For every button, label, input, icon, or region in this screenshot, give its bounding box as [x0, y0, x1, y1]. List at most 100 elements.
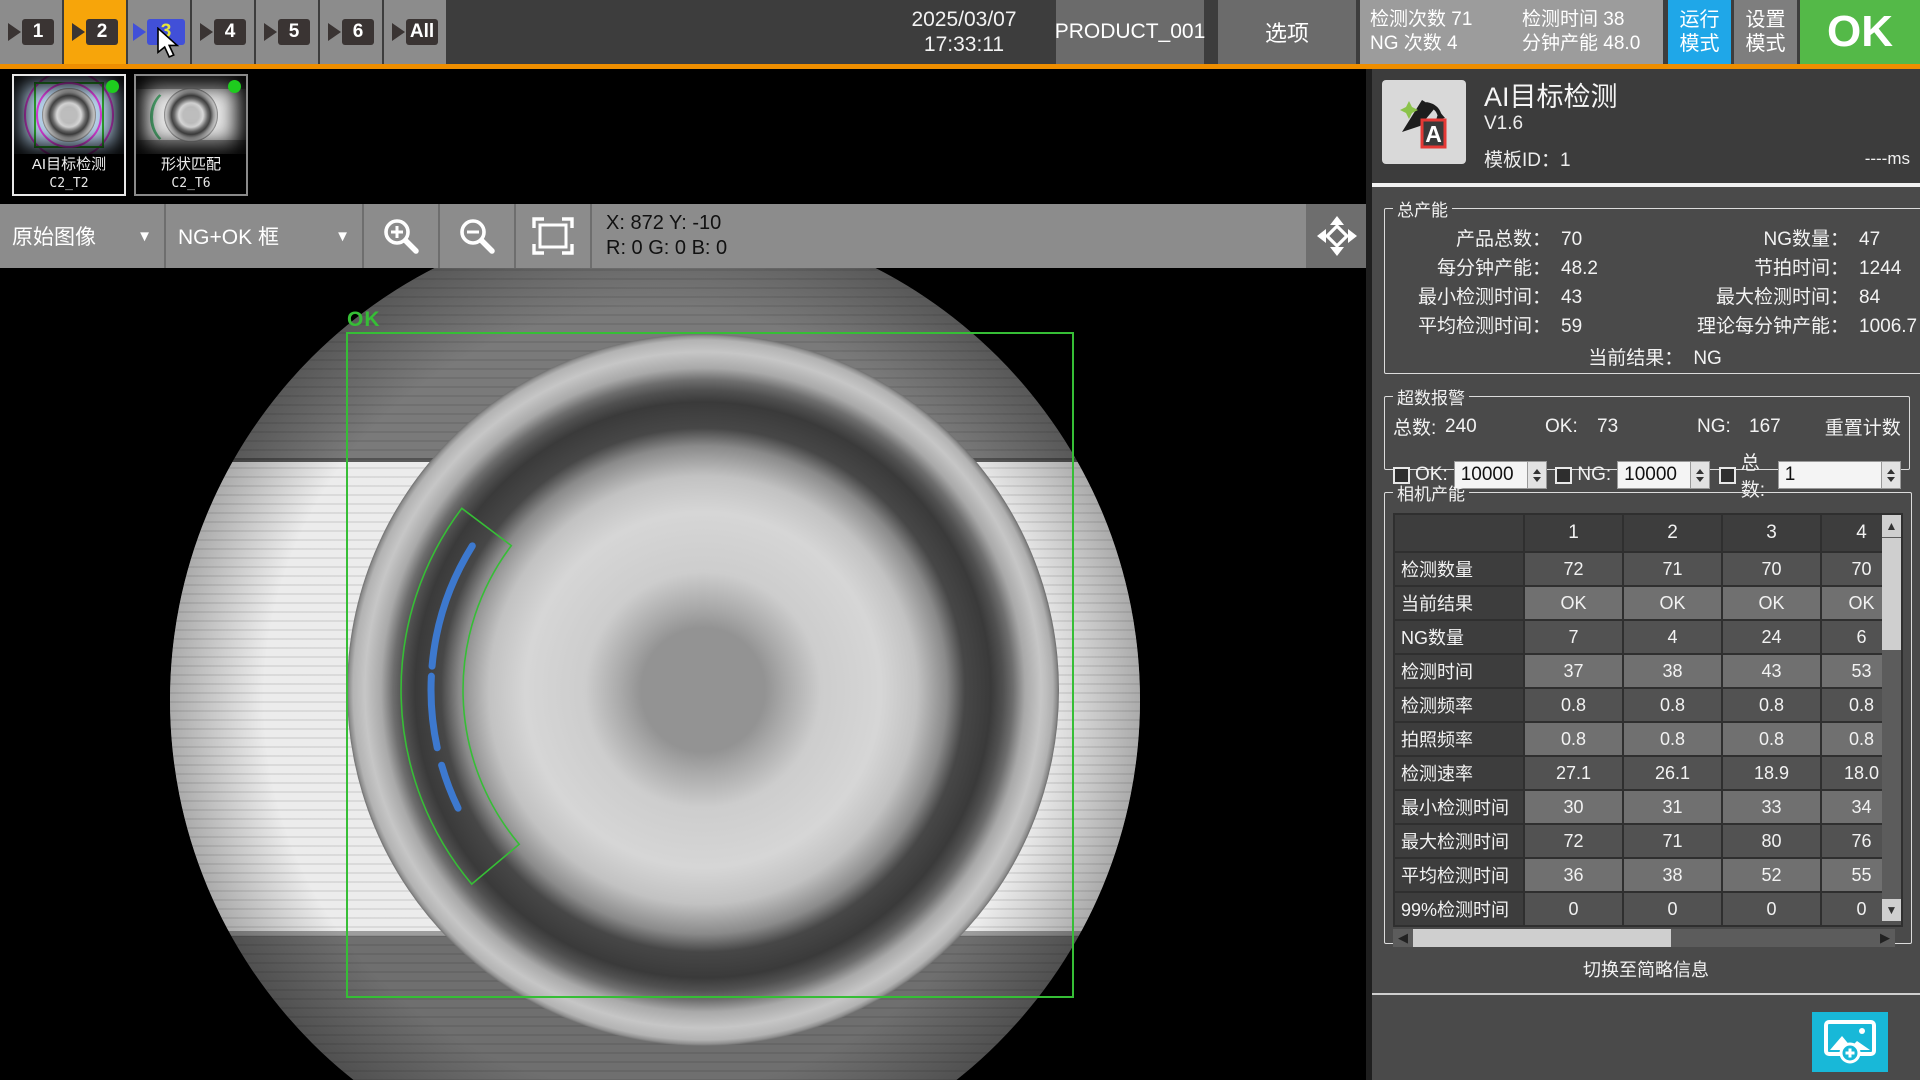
camera-tab-label: 2	[86, 19, 118, 45]
table-cell: 80	[1723, 825, 1820, 857]
scroll-up-icon[interactable]: ▲	[1882, 515, 1901, 537]
ng-count-label: NG:	[1697, 416, 1749, 438]
ai-detect-tool-icon: A	[1382, 80, 1466, 164]
template-id-label: 模板ID：1	[1484, 145, 1571, 172]
camera-icon	[328, 23, 341, 41]
table-cell: 38	[1624, 859, 1721, 891]
stat-label: 产品总数：	[1393, 227, 1551, 253]
pixel-readout: X: 872 Y: -10 R: 0 G: 0 B: 0	[592, 204, 727, 268]
total-throughput-section: 总产能 产品总数：70NG数量：47每分钟产能：48.2节拍时间：1244最小检…	[1384, 196, 1920, 374]
camera-tab-1[interactable]: 1	[0, 0, 62, 64]
table-cell: 0	[1624, 893, 1721, 925]
pan-image-button[interactable]	[1308, 204, 1366, 268]
stat-value: 1244	[1849, 256, 1917, 282]
table-cell: 0.8	[1525, 723, 1622, 755]
table-cell: 43	[1723, 655, 1820, 687]
stat-label: 最大检测时间：	[1653, 285, 1849, 311]
stat-value: 43	[1551, 285, 1653, 311]
zoom-in-icon	[380, 215, 422, 257]
scrollbar-thumb[interactable]	[1413, 929, 1671, 947]
camera-tab-4[interactable]: 4	[192, 0, 254, 64]
options-button[interactable]: 选项	[1218, 0, 1356, 64]
table-cell: 52	[1723, 859, 1820, 891]
chevron-down-icon: ▼	[137, 228, 152, 245]
fit-view-button[interactable]	[516, 204, 590, 268]
image-source-dropdown[interactable]: 原始图像 ▼	[0, 204, 164, 268]
toolbar-spacer	[727, 204, 1306, 268]
table-row-label: NG数量	[1395, 621, 1523, 653]
table-row-label: 检测频率	[1395, 689, 1523, 721]
thumbnail-image	[14, 76, 124, 154]
table-cell: 0.8	[1525, 689, 1622, 721]
camera-table-wrap: 1234检测数量72717070当前结果OKOKOKOKNG数量74246检测时…	[1393, 513, 1903, 947]
viewer-toolbar: 原始图像 ▼ NG+OK 框 ▼	[0, 204, 1366, 268]
table-cell: 72	[1525, 825, 1622, 857]
table-header-cell	[1395, 515, 1523, 551]
tool-result-panel: A AI目标检测 V1.6 模板ID：1 ----ms 总产能 产品总数：70N…	[1366, 69, 1920, 1080]
stat-NG 次数: NG 次数 4	[1360, 33, 1512, 55]
scrollbar-thumb[interactable]	[1882, 538, 1901, 650]
thumbnail-image	[136, 76, 246, 154]
stat-label: 最小检测时间：	[1393, 285, 1551, 311]
table-header-cell: 2	[1624, 515, 1721, 551]
setup-mode-label: 设置模式	[1744, 8, 1788, 56]
tool-version: V1.6	[1484, 113, 1523, 135]
thumbnail-ai-target-detect[interactable]: AI目标检测 C2_T2	[12, 74, 126, 196]
stat-value: 47	[1849, 227, 1917, 253]
camera-tab-2[interactable]: 2	[64, 0, 126, 64]
stat-分钟产能: 分钟产能 48.0	[1512, 33, 1663, 55]
thumbnail-title: 形状匹配	[136, 154, 246, 176]
table-cell: OK	[1624, 587, 1721, 619]
add-image-button[interactable]	[1812, 1012, 1888, 1072]
camera-icon	[72, 23, 85, 41]
table-cell: 0	[1525, 893, 1622, 925]
product-name-button[interactable]: PRODUCT_001	[1056, 0, 1204, 64]
table-cell: 0	[1723, 893, 1820, 925]
table-cell: 71	[1624, 825, 1721, 857]
table-row-label: 99%检测时间	[1395, 893, 1523, 925]
ok-count-label: OK:	[1545, 416, 1597, 438]
table-cell: 0.8	[1624, 723, 1721, 755]
stat-label: 每分钟产能：	[1393, 256, 1551, 282]
table-header-cell: 3	[1723, 515, 1820, 551]
elapsed-ms-label: ----ms	[1865, 149, 1910, 169]
overlay-mode-dropdown[interactable]: NG+OK 框 ▼	[166, 204, 362, 268]
toggle-brief-info-button[interactable]: 切换至简略信息	[1372, 956, 1920, 982]
scroll-right-icon[interactable]: ▶	[1875, 930, 1895, 946]
ng-count-value: 167	[1749, 416, 1823, 438]
run-stats: 检测次数 71检测时间 38NG 次数 4分钟产能 48.0	[1360, 0, 1663, 64]
table-cell: 38	[1624, 655, 1721, 687]
table-vertical-scrollbar[interactable]: ▲ ▼	[1882, 515, 1901, 921]
thumbnail-shape-match[interactable]: 形状匹配 C2_T6	[134, 74, 248, 196]
product-name-label: PRODUCT_001	[1055, 20, 1206, 44]
setup-mode-button[interactable]: 设置模式	[1734, 0, 1797, 64]
camera-tab-All[interactable]: All	[384, 0, 446, 64]
total-stats-grid: 产品总数：70NG数量：47每分钟产能：48.2节拍时间：1244最小检测时间：…	[1393, 227, 1917, 340]
camera-tab-6[interactable]: 6	[320, 0, 382, 64]
table-header-cell: 1	[1525, 515, 1622, 551]
zoom-out-button[interactable]	[440, 204, 514, 268]
stat-value: 70	[1551, 227, 1653, 253]
run-mode-label: 运行模式	[1678, 8, 1722, 56]
stat-value: 1006.7	[1849, 314, 1917, 340]
run-mode-button[interactable]: 运行模式	[1668, 0, 1731, 64]
table-cell: 0.8	[1723, 689, 1820, 721]
reset-count-button[interactable]: 重置计数	[1825, 413, 1901, 440]
table-row-label: 检测时间	[1395, 655, 1523, 687]
tool-thumbnail-strip: AI目标检测 C2_T2 形状匹配 C2_T6	[0, 69, 1366, 204]
scroll-left-icon[interactable]: ◀	[1393, 930, 1413, 946]
table-cell: OK	[1723, 587, 1820, 619]
table-horizontal-scrollbar[interactable]: ◀ ▶	[1393, 929, 1895, 947]
camera-tab-3[interactable]: 3	[128, 0, 190, 64]
stat-检测次数: 检测次数 71	[1360, 9, 1512, 31]
top-bar: 123456All 2025/03/07 17:33:11 PRODUCT_00…	[0, 0, 1920, 64]
zoom-in-button[interactable]	[364, 204, 438, 268]
tool-header: A AI目标检测 V1.6 模板ID：1 ----ms	[1372, 69, 1920, 187]
stat-检测时间: 检测时间 38	[1512, 9, 1663, 31]
camera-tab-5[interactable]: 5	[256, 0, 318, 64]
total-count-label: 总数:	[1393, 413, 1445, 440]
scroll-down-icon[interactable]: ▼	[1882, 899, 1901, 921]
table-cell: OK	[1525, 587, 1622, 619]
fit-view-icon	[530, 215, 576, 257]
image-viewport[interactable]: OK	[0, 268, 1366, 1080]
